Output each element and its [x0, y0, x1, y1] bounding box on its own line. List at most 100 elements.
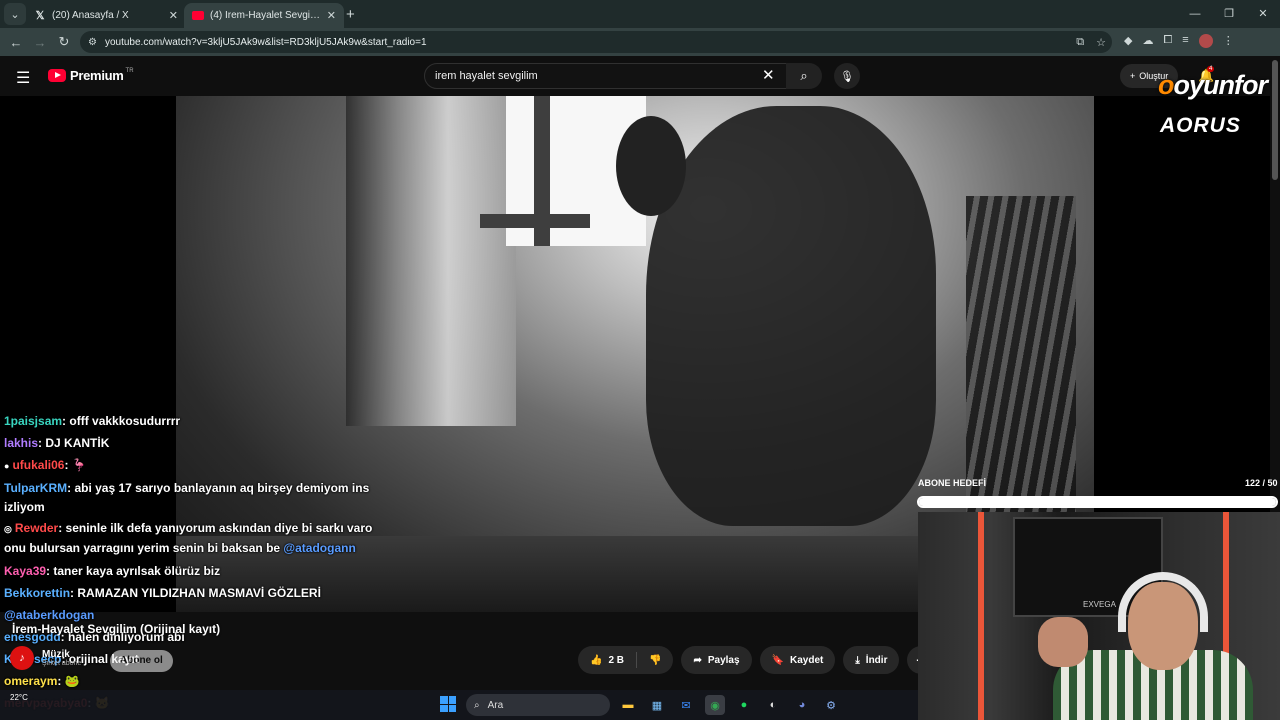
clear-search-icon[interactable]: ✕ [762, 66, 775, 84]
extension-icon[interactable]: ☁ [1142, 34, 1153, 48]
chat-message: Kaya39: taner kaya ayrılsak ölürüz biz [4, 560, 374, 582]
chat-text: : 🦩 [64, 458, 87, 472]
cast-icon[interactable]: ⧉ [1076, 36, 1084, 49]
brand-text: Premium [70, 68, 124, 83]
tab-youtube[interactable]: (4) İrem-Hayalet Sevgilim ( ✕ [184, 3, 344, 28]
oyunfor-logo: ooyunfor [1158, 70, 1268, 100]
scene-figure [646, 106, 936, 526]
spotify-icon[interactable]: ● [734, 695, 754, 715]
subscribe-button[interactable]: Abone ol [110, 650, 173, 672]
profile-avatar[interactable] [1198, 34, 1213, 48]
weather-widget[interactable]: 22°C [10, 693, 28, 702]
url-text: youtube.com/watch?v=3kljU5JAk9w&list=RD3… [104, 36, 427, 48]
site-info-icon[interactable]: ⚙ [88, 37, 97, 48]
reload-button[interactable]: ↻ [52, 34, 76, 50]
taskbar-search[interactable]: ⌕ Ara [466, 694, 610, 716]
goal-progress-bar [917, 496, 1278, 508]
search-input[interactable]: irem hayalet sevgilim [424, 63, 788, 89]
chat-username: Rewder [14, 521, 59, 535]
save-button[interactable]: 🔖 Kaydet [759, 646, 836, 674]
menu-dots-icon[interactable]: ⋮ [1223, 34, 1234, 48]
youtube-logo[interactable]: Premium TR [48, 68, 134, 83]
close-window-button[interactable]: ✕ [1246, 0, 1280, 28]
file-explorer-icon[interactable]: ▬ [618, 695, 638, 715]
close-icon[interactable]: ✕ [327, 9, 336, 22]
bookmark-icon: 🔖 [771, 654, 785, 666]
browser-toolbar: ← → ↻ ⚙ youtube.com/watch?v=3kljU5JAk9w&… [0, 28, 1280, 56]
cam-person-hand [1038, 617, 1088, 667]
share-label: Paylaş [707, 654, 740, 666]
like-button[interactable]: 👍 2 B [578, 646, 636, 674]
chat-message: Bekkorettin: RAMAZAN YILDIZHAN MASMAVİ G… [4, 582, 374, 604]
share-button[interactable]: ➦ Paylaş [681, 646, 752, 674]
settings-icon[interactable]: ⚙ [821, 695, 841, 715]
dislike-button[interactable]: 👎 [637, 646, 673, 674]
scene-curtain [346, 96, 516, 426]
plus-icon: + [1130, 71, 1136, 81]
taskbar-search-placeholder: Ara [487, 699, 504, 711]
extension-icon[interactable]: ◆ [1124, 34, 1132, 48]
video-title: İrem-Hayalet Sevgilim (Orijinal kayıt) [12, 622, 221, 636]
tab-title: (20) Anasayfa / X [52, 10, 129, 21]
country-code: TR [125, 67, 134, 74]
chat-message: TulparKRM: abi yaş 17 sarıyo banlayanın … [4, 479, 374, 517]
youtube-masthead: ☰ Premium TR irem hayalet sevgilim ✕ ⌕ 🎙… [0, 56, 1280, 96]
channel-avatar[interactable]: ♪ [10, 646, 34, 670]
chat-message: omeraym: 🐸 [4, 670, 374, 692]
chat-text: : taner kaya ayrılsak ölürüz biz [46, 564, 221, 578]
chat-badge-icon: ● [4, 461, 10, 471]
media-icon[interactable]: ≡ [1182, 34, 1188, 48]
search-icon: ⌕ [474, 699, 480, 711]
back-button[interactable]: ← [4, 35, 28, 50]
maximize-button[interactable]: ❐ [1212, 0, 1246, 28]
address-bar[interactable]: ⚙ youtube.com/watch?v=3kljU5JAk9w&list=R… [80, 31, 1112, 53]
steam-icon[interactable]: ◐ [763, 695, 783, 715]
bookmark-star-icon[interactable]: ☆ [1096, 36, 1106, 49]
close-icon[interactable]: ✕ [169, 9, 178, 22]
tab-x[interactable]: 𝕏 (20) Anasayfa / X ✕ [26, 3, 186, 28]
youtube-icon [192, 11, 204, 20]
chat-message: ● ufukali06: 🦩 [4, 454, 374, 477]
chat-username: @ataberkdogan [4, 608, 95, 622]
page-scrollbar[interactable] [1272, 60, 1278, 180]
save-label: Kaydet [790, 654, 824, 666]
channel-info: ♪ Müzik Şirket abone [10, 646, 81, 670]
channel-name[interactable]: Müzik [42, 649, 81, 660]
screen: ⌄ 𝕏 (20) Anasayfa / X ✕ (4) İrem-Hayalet… [0, 0, 1280, 720]
goal-count: 122 / 50 [1245, 478, 1278, 488]
windows-start-icon[interactable] [440, 696, 456, 712]
cam-shelf-label: EXVEGA [1083, 600, 1116, 609]
new-tab-button[interactable]: + [346, 6, 355, 23]
chrome-icon[interactable]: ◉ [705, 695, 725, 715]
download-button[interactable]: ⤓ İndir [843, 646, 900, 674]
taskbar-apps: ▬ ▦ ✉ ◉ ● ◐ ◕ ⚙ [618, 695, 841, 715]
chat-text: : RAMAZAN YILDIZHAN MASMAVİ GÖZLERİ [70, 586, 321, 600]
x-icon: 𝕏 [35, 10, 45, 22]
chat-username: 1paisjsam [4, 414, 63, 428]
chat-mention: @atadogann [283, 541, 356, 555]
forward-button[interactable]: → [28, 35, 52, 50]
video-actions: 👍 2 B 👎 ➦ Paylaş 🔖 Kaydet ⤓ İndir ⋯ [578, 646, 936, 674]
youtube-play-icon [48, 69, 66, 82]
puzzle-icon[interactable]: ⧠ [1163, 34, 1172, 48]
discord-icon[interactable]: ◕ [792, 695, 812, 715]
store-icon[interactable]: ▦ [647, 695, 667, 715]
cam-light-strip [978, 512, 984, 720]
scene-chair [966, 196, 1076, 516]
chat-username: ufukali06 [12, 458, 65, 472]
search-button[interactable]: ⌕ [786, 63, 822, 89]
chat-username: Kaya39 [4, 564, 47, 578]
browser-tab-bar: ⌄ 𝕏 (20) Anasayfa / X ✕ (4) İrem-Hayalet… [0, 0, 1280, 28]
chat-badge-icon: ◎ [4, 524, 12, 534]
streamer-webcam: EXVEGA [918, 512, 1280, 720]
hamburger-menu-icon[interactable]: ☰ [16, 68, 30, 88]
voice-search-button[interactable]: 🎙 [834, 63, 860, 89]
tab-search-button[interactable]: ⌄ [4, 3, 26, 25]
share-icon: ➦ [693, 654, 702, 666]
chat-message: 1paisjsam: offf vakkkosudurrrr [4, 410, 374, 432]
minimize-button[interactable]: — [1178, 0, 1212, 28]
scene-window-frame [480, 214, 590, 228]
mail-icon[interactable]: ✉ [676, 695, 696, 715]
scene-figure-head [616, 116, 686, 216]
aorus-logo: AORUS [1160, 114, 1241, 137]
